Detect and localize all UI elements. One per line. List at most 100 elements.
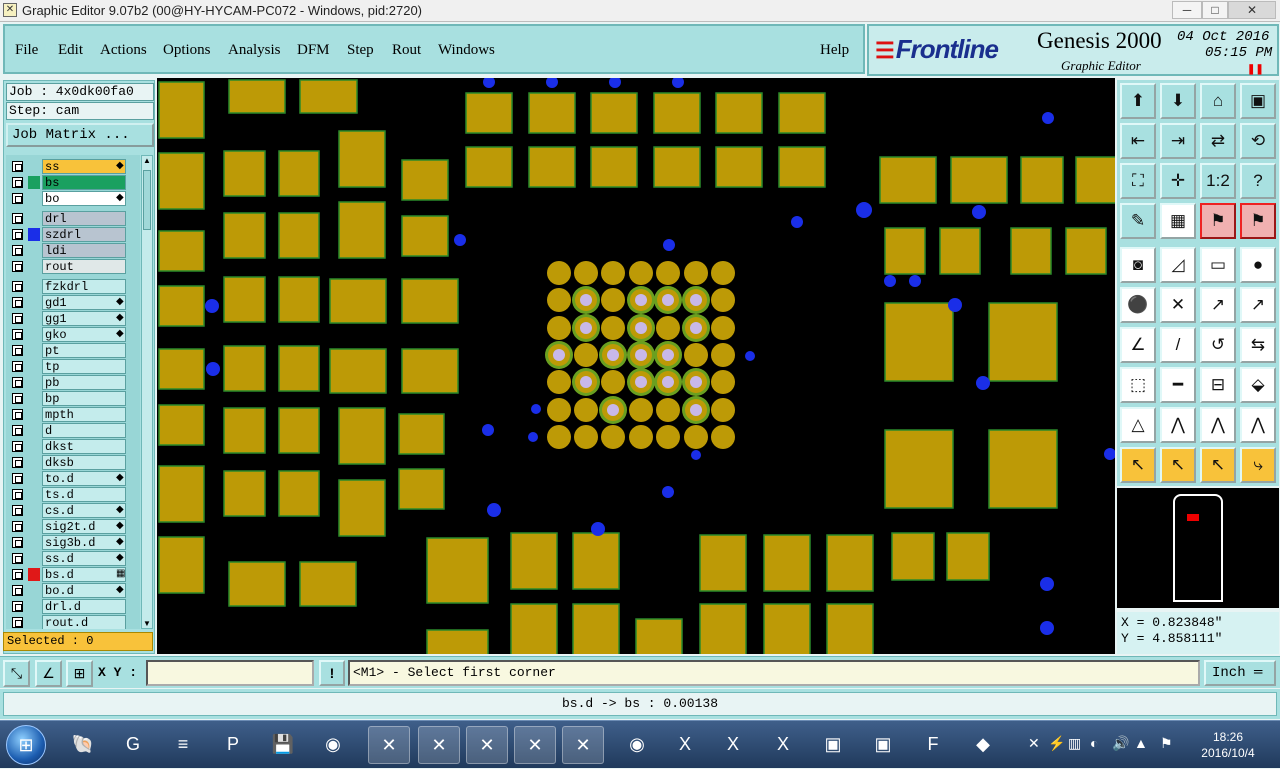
layer-name[interactable]: sig2t.d bbox=[42, 519, 126, 534]
taskbar-app-11[interactable]: ◉ bbox=[616, 726, 658, 764]
smd-pad[interactable] bbox=[401, 278, 459, 324]
bga-ball[interactable] bbox=[684, 343, 708, 367]
triangle3-icon[interactable]: ⋀ bbox=[1200, 407, 1236, 443]
center-icon[interactable]: ✛ bbox=[1160, 163, 1196, 199]
menu-edit[interactable]: Edit bbox=[58, 42, 83, 59]
bga-ball[interactable] bbox=[656, 316, 680, 340]
tray-icon-4[interactable]: 🔊 bbox=[1112, 735, 1129, 752]
triangle2-icon[interactable]: ⋀ bbox=[1160, 407, 1196, 443]
bga-ball[interactable] bbox=[547, 316, 571, 340]
layer-name[interactable]: rout bbox=[42, 259, 126, 274]
taskbar-app-0[interactable]: 🐚 bbox=[62, 726, 104, 764]
menu-help[interactable]: Help bbox=[820, 42, 849, 59]
layer-color-swatch[interactable] bbox=[28, 600, 40, 613]
smd-pad[interactable] bbox=[329, 278, 387, 324]
smd-pad[interactable] bbox=[278, 276, 320, 323]
layer-checkbox[interactable] bbox=[12, 521, 23, 532]
layer-checkbox[interactable] bbox=[12, 245, 23, 256]
smd-pad[interactable] bbox=[158, 285, 205, 327]
layer-color-swatch[interactable] bbox=[28, 312, 40, 325]
layer-checkbox[interactable] bbox=[12, 569, 23, 580]
smd-pad[interactable] bbox=[510, 603, 558, 654]
taskbar-app-4[interactable]: 💾 bbox=[262, 726, 304, 764]
smd-pad[interactable] bbox=[426, 537, 489, 604]
layer-color-swatch[interactable] bbox=[28, 568, 40, 581]
layer-row-to-d[interactable]: to.d ◆ bbox=[6, 471, 140, 486]
unit-selector[interactable]: Inch ═ bbox=[1204, 660, 1276, 686]
via[interactable] bbox=[672, 78, 684, 88]
vector2-icon[interactable]: ↗ bbox=[1240, 287, 1276, 323]
taskbar-app-10[interactable]: ✕ bbox=[562, 726, 604, 764]
bga-ball[interactable] bbox=[711, 261, 735, 285]
bga-ball[interactable] bbox=[711, 288, 735, 312]
layer-row-pt[interactable]: pt bbox=[6, 343, 140, 358]
layer-color-swatch[interactable] bbox=[28, 376, 40, 389]
route-icon[interactable]: ⤷ bbox=[1240, 447, 1276, 483]
smd-pad[interactable] bbox=[988, 302, 1058, 382]
layer-row-bo-d[interactable]: bo.d ◆ bbox=[6, 583, 140, 598]
layer-red2-icon[interactable]: ⚑ bbox=[1240, 203, 1276, 239]
bga-ball[interactable] bbox=[711, 425, 735, 449]
grid-icon[interactable]: ▦ bbox=[1160, 203, 1196, 239]
layer-row-bp[interactable]: bp bbox=[6, 391, 140, 406]
bga-ball[interactable] bbox=[574, 425, 598, 449]
layer-checkbox[interactable] bbox=[12, 261, 23, 272]
smd-pad[interactable] bbox=[228, 561, 286, 607]
smd-pad[interactable] bbox=[528, 92, 576, 134]
via[interactable] bbox=[482, 424, 494, 436]
layer-row-ts-d[interactable]: ts.d bbox=[6, 487, 140, 502]
bga-ball[interactable] bbox=[656, 398, 680, 422]
bga-via[interactable] bbox=[662, 294, 674, 306]
via[interactable] bbox=[609, 78, 621, 88]
smd-pad[interactable] bbox=[158, 465, 205, 523]
layer-checkbox[interactable] bbox=[12, 553, 23, 564]
bga-via[interactable] bbox=[635, 376, 647, 388]
bga-ball[interactable] bbox=[547, 261, 571, 285]
via[interactable] bbox=[531, 404, 541, 414]
bga-via[interactable] bbox=[607, 349, 619, 361]
smd-pad[interactable] bbox=[426, 629, 489, 654]
smd-pad[interactable] bbox=[572, 532, 620, 590]
smd-pad[interactable] bbox=[158, 536, 205, 594]
layer-row-bo[interactable]: bo ◆ bbox=[6, 191, 140, 206]
layer-color-swatch[interactable] bbox=[28, 228, 40, 241]
via[interactable] bbox=[972, 205, 986, 219]
smd-pad[interactable] bbox=[778, 146, 826, 188]
layer-checkbox[interactable] bbox=[12, 281, 23, 292]
smd-pad[interactable] bbox=[223, 470, 266, 517]
bga-ball[interactable] bbox=[629, 261, 653, 285]
layer-row-rout[interactable]: rout bbox=[6, 259, 140, 274]
bga-ball[interactable] bbox=[656, 425, 680, 449]
layer-color-swatch[interactable] bbox=[28, 392, 40, 405]
tray-icon-5[interactable]: ▲ bbox=[1134, 735, 1148, 751]
pcb-view[interactable] bbox=[157, 78, 1115, 654]
via[interactable] bbox=[884, 275, 896, 287]
layer-color-swatch[interactable] bbox=[28, 192, 40, 205]
line2-icon[interactable]: / bbox=[1160, 327, 1196, 363]
via[interactable] bbox=[1040, 577, 1054, 591]
smd-pad[interactable] bbox=[763, 534, 811, 592]
smd-pad[interactable] bbox=[884, 227, 926, 275]
smd-pad[interactable] bbox=[699, 534, 747, 592]
smd-pad[interactable] bbox=[699, 603, 747, 654]
redraw-icon[interactable]: ⟲ bbox=[1240, 123, 1276, 159]
bga-via[interactable] bbox=[690, 294, 702, 306]
circle-icon[interactable]: ● bbox=[1240, 247, 1276, 283]
smd-pad[interactable] bbox=[223, 150, 266, 197]
bga-via[interactable] bbox=[635, 349, 647, 361]
smd-pad[interactable] bbox=[950, 156, 1008, 204]
smd-pad[interactable] bbox=[465, 92, 513, 134]
layer-row-szdrl[interactable]: szdrl bbox=[6, 227, 140, 242]
layer-checkbox[interactable] bbox=[12, 473, 23, 484]
smd-pad[interactable] bbox=[158, 81, 205, 139]
layer-color-swatch[interactable] bbox=[28, 344, 40, 357]
layer-name[interactable]: dkst bbox=[42, 439, 126, 454]
layer-color-swatch[interactable] bbox=[28, 296, 40, 309]
via[interactable] bbox=[528, 432, 538, 442]
layer-row-mpth[interactable]: mpth bbox=[6, 407, 140, 422]
pan-right-icon[interactable]: ⇥ bbox=[1160, 123, 1196, 159]
split-icon[interactable]: ━ bbox=[1160, 367, 1196, 403]
smd-pad[interactable] bbox=[826, 534, 874, 592]
bga-ball[interactable] bbox=[629, 425, 653, 449]
via[interactable] bbox=[1042, 112, 1054, 124]
